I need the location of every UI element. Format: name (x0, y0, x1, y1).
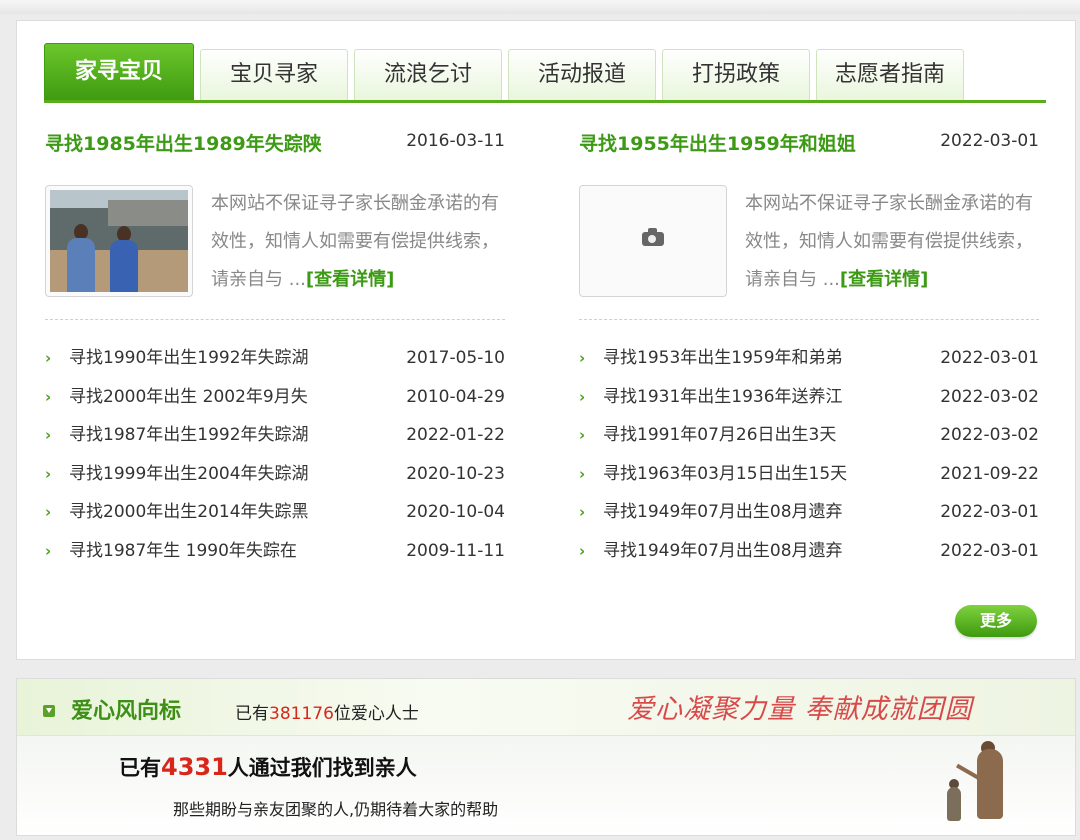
chevron-right-icon: › (45, 349, 52, 367)
list-item-title[interactable]: 寻找2000年出生 2002年9月失 (69, 378, 308, 416)
list-item-date: 2020-10-04 (406, 502, 505, 522)
list-item-date: 2022-03-01 (940, 502, 1039, 522)
feature-date: 2016-03-11 (406, 131, 505, 151)
reunited-count: 已有4331人通过我们找到亲人 (119, 753, 417, 781)
love-body: 已有4331人通过我们找到亲人 那些期盼与亲友团聚的人,仍期待着大家的帮助 (17, 736, 1075, 835)
chevron-right-icon: › (45, 464, 52, 483)
list-item-title[interactable]: 寻找1991年07月26日出生3天 (603, 416, 836, 454)
chevron-right-icon: › (45, 541, 52, 560)
list-item-title[interactable]: 寻找1931年出生1936年送养江 (603, 378, 843, 416)
news-panel: 家寻宝贝 宝贝寻家 流浪乞讨 活动报道 打拐政策 志愿者指南 寻找1985年出生… (16, 20, 1076, 660)
list-item-title[interactable]: 寻找1953年出生1959年和弟弟 (603, 339, 843, 377)
divider (579, 319, 1039, 320)
feature-title[interactable]: 寻找1985年出生1989年失踪陕 (45, 129, 365, 159)
news-column-right: 寻找1955年出生1959年和姐姐 2022-03-01 本网站不保证寻子家长酬… (579, 21, 1039, 661)
chevron-right-icon: › (579, 541, 586, 560)
news-list: › 寻找1990年出生1992年失踪湖 2017-05-10 › 寻找2000年出生 … (45, 339, 505, 570)
chevron-right-icon: › (579, 503, 586, 521)
list-item-date: 2017-05-10 (406, 348, 505, 368)
chevron-right-icon: › (45, 503, 52, 521)
love-indicator-panel: 爱心风向标 已有381176位爱心人士 爱心凝聚力量 奉献成就团圆 已有4331… (16, 678, 1076, 836)
list-item-date: 2010-04-29 (406, 386, 505, 407)
chevron-right-icon: › (45, 387, 52, 406)
more-button[interactable]: 更多 (955, 605, 1037, 637)
love-title: 爱心风向标 (71, 699, 182, 724)
list-item-date: 2022-03-02 (940, 386, 1039, 407)
list-item-date: 2020-10-23 (406, 463, 505, 484)
list-item-date: 2022-03-02 (940, 425, 1039, 445)
list-item-date: 2009-11-11 (406, 540, 505, 561)
list-item[interactable]: › 寻找2000年出生 2002年9月失 2010-04-29 (45, 378, 505, 417)
list-item-title[interactable]: 寻找1963年03月15日出生15天 (603, 455, 847, 493)
camera-icon (642, 228, 664, 246)
top-band (0, 0, 1080, 14)
list-item[interactable]: › 寻找1949年07月出生08月遗弃 2022-03-01 (579, 532, 1039, 571)
chevron-right-icon: › (579, 349, 586, 367)
list-item[interactable]: › 寻找1987年生 1990年失踪在 2009-11-11 (45, 532, 505, 571)
list-item[interactable]: › 寻找1953年出生1959年和弟弟 2022-03-01 (579, 339, 1039, 378)
list-item-title[interactable]: 寻找1949年07月出生08月遗弃 (603, 493, 843, 531)
feature-title[interactable]: 寻找1955年出生1959年和姐姐 (579, 129, 899, 159)
list-item[interactable]: › 寻找1949年07月出生08月遗弃 2022-03-01 (579, 493, 1039, 532)
supporter-count: 已有381176位爱心人士 (235, 704, 419, 724)
list-item[interactable]: › 寻找1987年出生1992年失踪湖 2022-01-22 (45, 416, 505, 455)
list-item-date: 2021-09-22 (940, 463, 1039, 484)
list-item-date: 2022-03-01 (940, 540, 1039, 561)
family-photo (50, 190, 188, 292)
divider (45, 319, 505, 320)
chevron-right-icon: › (45, 426, 52, 444)
list-item-title[interactable]: 寻找2000年出生2014年失踪黑 (69, 493, 309, 531)
news-list: › 寻找1953年出生1959年和弟弟 2022-03-01 › 寻找1931年出生1… (579, 339, 1039, 570)
list-item[interactable]: › 寻找1963年03月15日出生15天 2021-09-22 (579, 455, 1039, 494)
list-item[interactable]: › 寻找1991年07月26日出生3天 2022-03-02 (579, 416, 1039, 455)
family-silhouette-icon (937, 741, 1047, 835)
list-item[interactable]: › 寻找1990年出生1992年失踪湖 2017-05-10 (45, 339, 505, 378)
chevron-right-icon: › (579, 387, 586, 406)
list-item[interactable]: › 寻找1999年出生2004年失踪湖 2020-10-23 (45, 455, 505, 494)
feature-thumbnail[interactable] (45, 185, 193, 297)
chevron-right-icon: › (579, 464, 586, 483)
chevron-down-icon (43, 705, 55, 717)
list-item-title[interactable]: 寻找1987年出生1992年失踪湖 (69, 416, 309, 454)
view-details-link[interactable]: [查看详情] (306, 269, 394, 290)
list-item-date: 2022-01-22 (406, 425, 505, 445)
slogan-banner: 爱心凝聚力量 奉献成就团圆 (627, 694, 973, 725)
feature-date: 2022-03-01 (940, 131, 1039, 151)
list-item[interactable]: › 寻找2000年出生2014年失踪黑 2020-10-04 (45, 493, 505, 532)
list-item-title[interactable]: 寻找1999年出生2004年失踪湖 (69, 455, 309, 493)
feature-thumbnail[interactable] (579, 185, 727, 297)
list-item[interactable]: › 寻找1931年出生1936年送养江 2022-03-02 (579, 378, 1039, 417)
feature-excerpt: 本网站不保证寻子家长酬金承诺的有效性，知情人如需要有偿提供线索，请亲自与 ...… (211, 193, 499, 290)
love-header: 爱心风向标 已有381176位爱心人士 爱心凝聚力量 奉献成就团圆 (17, 679, 1075, 736)
news-column-left: 寻找1985年出生1989年失踪陕 2016-03-11 本网站不保证寻子家长酬… (45, 21, 505, 661)
feature-excerpt: 本网站不保证寻子家长酬金承诺的有效性，知情人如需要有偿提供线索，请亲自与 ...… (745, 193, 1033, 290)
list-item-title[interactable]: 寻找1987年生 1990年失踪在 (69, 532, 297, 570)
chevron-right-icon: › (579, 426, 586, 444)
view-details-link[interactable]: [查看详情] (840, 269, 928, 290)
list-item-title[interactable]: 寻找1949年07月出生08月遗弃 (603, 532, 843, 570)
love-subtitle: 那些期盼与亲友团聚的人,仍期待着大家的帮助 (173, 800, 499, 819)
list-item-title[interactable]: 寻找1990年出生1992年失踪湖 (69, 339, 309, 377)
list-item-date: 2022-03-01 (940, 348, 1039, 368)
